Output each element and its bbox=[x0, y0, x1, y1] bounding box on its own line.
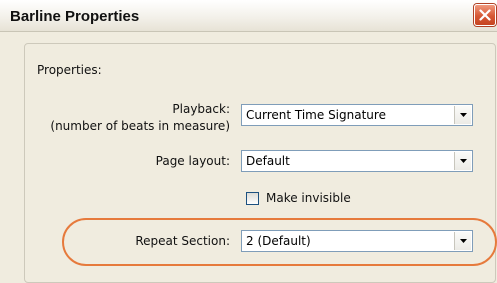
make-invisible-label[interactable]: Make invisible bbox=[266, 191, 351, 205]
playback-dropdown[interactable]: Current Time Signature bbox=[241, 104, 473, 126]
playback-label-line2: (number of beats in measure) bbox=[50, 119, 230, 133]
chevron-down-icon bbox=[460, 159, 467, 163]
window-title: Barline Properties bbox=[10, 8, 140, 25]
page-layout-label: Page layout: bbox=[155, 154, 230, 168]
close-icon bbox=[479, 9, 491, 21]
page-layout-dropdown-button[interactable] bbox=[454, 152, 471, 170]
playback-dropdown-value: Current Time Signature bbox=[246, 108, 386, 122]
repeat-section-dropdown-button[interactable] bbox=[454, 232, 471, 250]
properties-group-label: Properties: bbox=[34, 63, 105, 77]
repeat-section-label: Repeat Section: bbox=[135, 234, 230, 248]
playback-label-line1: Playback: bbox=[172, 102, 230, 116]
playback-label: Playback: (number of beats in measure) bbox=[40, 101, 230, 135]
title-bar[interactable]: Barline Properties bbox=[0, 0, 497, 32]
close-button[interactable] bbox=[474, 4, 496, 26]
page-layout-dropdown[interactable]: Default bbox=[241, 150, 473, 172]
chevron-down-icon bbox=[460, 239, 467, 243]
repeat-section-dropdown-value: 2 (Default) bbox=[246, 234, 311, 248]
playback-dropdown-button[interactable] bbox=[454, 106, 471, 124]
chevron-down-icon bbox=[460, 113, 467, 117]
make-invisible-checkbox[interactable] bbox=[246, 192, 259, 205]
page-layout-dropdown-value: Default bbox=[246, 154, 290, 168]
repeat-section-dropdown[interactable]: 2 (Default) bbox=[241, 230, 473, 252]
